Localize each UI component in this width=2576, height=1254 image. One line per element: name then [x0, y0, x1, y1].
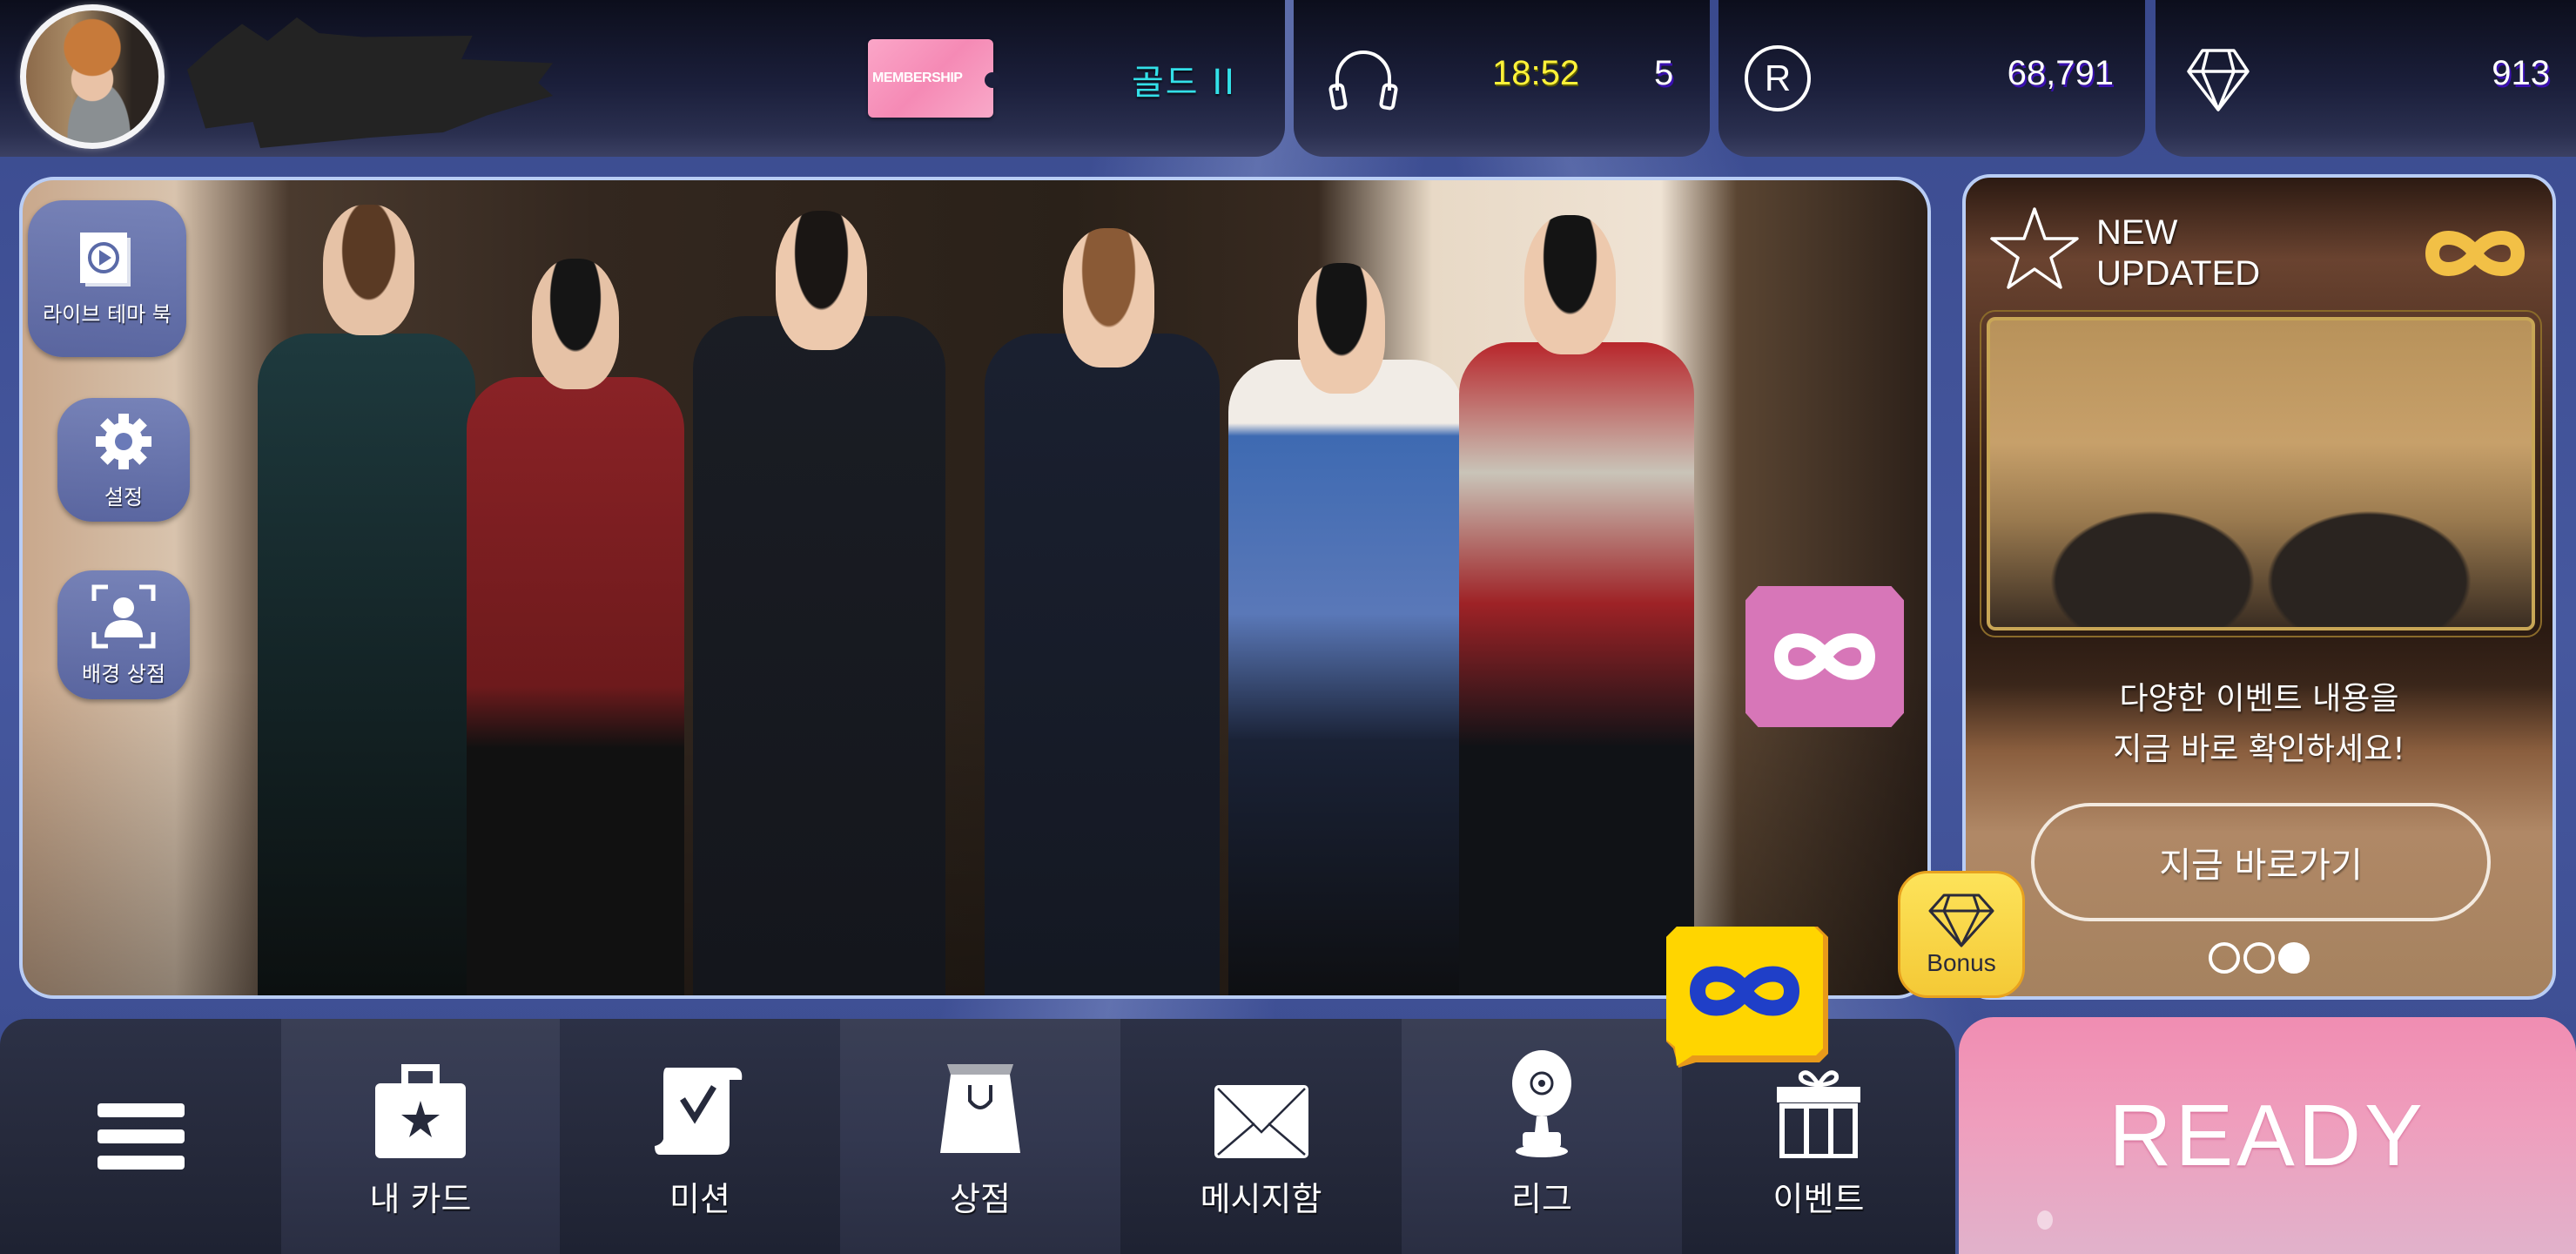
headphones-icon [1328, 51, 1398, 111]
infinity-pink-button[interactable] [1745, 586, 1904, 727]
bottom-nav: 내 카드 미션 상점 메시지함 리그 이벤트 [0, 1019, 1955, 1254]
nav-event-label: 이벤트 [1772, 1179, 1865, 1218]
diamond-icon [1928, 893, 1994, 947]
event-photo[interactable] [1980, 310, 2542, 637]
nav-my-cards[interactable]: 내 카드 [281, 1019, 560, 1254]
nav-mission[interactable]: 미션 [560, 1019, 840, 1254]
member-figure [258, 334, 475, 995]
profile-panel: MEMBERSHIP 골드 II [0, 0, 1285, 157]
menu-icon [97, 1103, 185, 1170]
nav-league[interactable]: 리그 [1402, 1019, 1682, 1254]
membership-card[interactable]: MEMBERSHIP [868, 39, 1000, 118]
background-shop-label: 배경 상점 [82, 661, 165, 686]
gift-icon [1777, 1069, 1860, 1158]
event-description-line1: 다양한 이벤트 내용을 [2119, 681, 2399, 717]
svg-text:R: R [1765, 57, 1791, 98]
member-figure [1228, 360, 1463, 995]
star-icon [1990, 207, 2079, 289]
nav-messages[interactable]: 메시지함 [1120, 1019, 1402, 1254]
redacted-username [187, 17, 553, 148]
event-description-line2: 지금 바로 확인하세요! [2113, 732, 2405, 767]
ready-label: READY [2109, 1086, 2426, 1184]
ruby-panel[interactable]: R 68,791 [1718, 0, 2145, 157]
pager-dot-active[interactable] [2278, 942, 2310, 974]
background-shop-button[interactable]: 배경 상점 [57, 570, 190, 699]
gem-panel[interactable]: 913 [2156, 0, 2576, 157]
member-figure [693, 316, 945, 995]
gem-value: 913 [2492, 54, 2550, 92]
member-figure [467, 377, 684, 995]
bonus-label: Bonus [1927, 949, 1996, 976]
settings-label: 설정 [104, 484, 144, 509]
mission-scroll-icon [655, 1067, 743, 1155]
nav-shop[interactable]: 상점 [840, 1019, 1120, 1254]
pager [1966, 942, 2552, 974]
play-book-icon [80, 232, 131, 287]
pager-dot[interactable] [2209, 942, 2240, 974]
event-title-line1: NEW [2096, 213, 2178, 252]
nav-messages-label: 메시지함 [1200, 1179, 1322, 1218]
pager-dot[interactable] [2243, 942, 2275, 974]
live-theme-book-button[interactable]: 라이브 테마 북 [28, 200, 186, 357]
go-now-button[interactable]: 지금 바로가기 [2031, 803, 2491, 921]
shopping-bag-icon [940, 1063, 1020, 1153]
bonus-badge[interactable]: Bonus [1898, 871, 2025, 998]
event-description: 다양한 이벤트 내용을 지금 바로 확인하세요! [1966, 674, 2552, 775]
gold-infinity-icon [2425, 231, 2526, 276]
rank-label: 골드 II [1132, 63, 1236, 103]
member-head [323, 205, 414, 335]
r-coin-icon: R [1745, 45, 1811, 111]
event-panel[interactable]: NEW UPDATED 다양한 이벤트 내용을 지금 바로 확인하세요! 지금 … [1962, 174, 2556, 1000]
stamina-count: 5 [1654, 54, 1674, 92]
avatar[interactable] [20, 4, 165, 149]
event-title-line2: UPDATED [2096, 254, 2261, 293]
nav-league-label: 리그 [1511, 1179, 1572, 1218]
ready-button[interactable]: READY [1959, 1017, 2576, 1254]
envelope-icon [1214, 1084, 1308, 1158]
member-head [532, 259, 619, 389]
diamond-icon [2187, 49, 2250, 111]
settings-button[interactable]: 설정 [57, 398, 190, 522]
gear-icon [96, 413, 151, 469]
main-banner[interactable]: 라이브 테마 북 설정 배경 상점 [19, 177, 1931, 999]
member-head [776, 211, 867, 350]
nav-mission-label: 미션 [669, 1179, 730, 1218]
card-bag-icon [375, 1063, 466, 1158]
music-stamina-panel[interactable]: 18:52 5 [1294, 0, 1710, 157]
member-head [1063, 228, 1154, 367]
event-title: NEW UPDATED [2096, 212, 2260, 294]
infinity-icon [1773, 633, 1876, 680]
member-head [1298, 263, 1385, 394]
trophy-disc-icon [1512, 1049, 1571, 1157]
member-head [1524, 215, 1616, 354]
membership-label: MEMBERSHIP [872, 71, 963, 85]
nav-shop-label: 상점 [950, 1179, 1011, 1218]
live-theme-book-label: 라이브 테마 북 [43, 301, 172, 327]
ready-decoration [2037, 1210, 2053, 1230]
portrait-frame-icon [91, 584, 156, 648]
member-figure [985, 334, 1220, 995]
stamina-timer: 18:52 [1492, 54, 1580, 92]
nav-my-cards-label: 내 카드 [369, 1179, 472, 1218]
ruby-value: 68,791 [2007, 54, 2114, 92]
member-figure [1459, 342, 1694, 995]
menu-button[interactable] [0, 1019, 281, 1254]
infinity-event-bubble[interactable] [1666, 927, 1828, 1068]
